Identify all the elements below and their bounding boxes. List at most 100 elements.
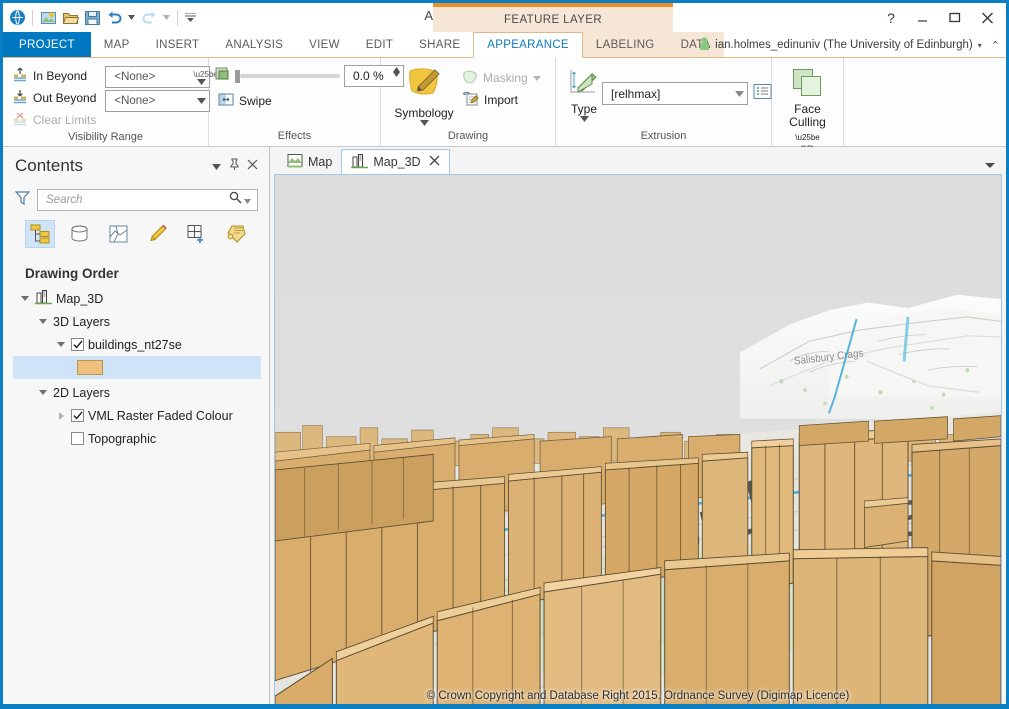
- account-name[interactable]: ian.holmes_edinuniv (The University of E…: [715, 39, 973, 51]
- list-by-editing-icon[interactable]: [142, 220, 172, 248]
- search-options-icon[interactable]: [242, 191, 253, 209]
- transparency-slider[interactable]: [235, 65, 340, 87]
- expander-down-icon[interactable]: [55, 342, 67, 347]
- chevron-down-icon[interactable]: [193, 98, 209, 104]
- tree-item-2d-layers[interactable]: 2D Layers: [13, 381, 269, 404]
- close-icon[interactable]: [429, 155, 440, 169]
- scene-icon: [351, 153, 369, 172]
- tree-item-map-3d[interactable]: Map_3D: [13, 287, 269, 310]
- view-tab-overflow-icon[interactable]: [985, 163, 995, 168]
- list-by-drawing-order-icon[interactable]: [25, 220, 55, 248]
- app-menu-icon[interactable]: [7, 8, 27, 28]
- chevron-down-icon[interactable]: \u25be: [795, 133, 819, 142]
- view-tab-label-map: Map: [308, 154, 333, 169]
- tab-analysis[interactable]: ANALYSIS: [212, 32, 296, 57]
- expander-down-icon[interactable]: [37, 390, 49, 395]
- swipe-label: Swipe: [239, 94, 272, 108]
- extrusion-type-button[interactable]: Type: [566, 64, 602, 124]
- in-beyond-value: <None>: [114, 71, 156, 83]
- chevron-down-icon[interactable]: [731, 90, 747, 97]
- tree-item-vml-raster[interactable]: VML Raster Faded Colour: [13, 404, 269, 427]
- customize-qat-icon[interactable]: [183, 8, 197, 28]
- symbology-button[interactable]: Symbology: [393, 64, 455, 128]
- tree-item-3d-layers[interactable]: 3D Layers: [13, 310, 269, 333]
- slider-track[interactable]: [240, 74, 340, 78]
- pin-icon[interactable]: [225, 158, 243, 174]
- view-tab-map[interactable]: Map: [278, 149, 341, 174]
- extrusion-expression-button[interactable]: [753, 83, 772, 105]
- import-button[interactable]: Import: [459, 89, 544, 111]
- tab-appearance[interactable]: APPEARANCE: [473, 32, 583, 58]
- masking-button[interactable]: Masking: [459, 67, 544, 89]
- chevron-down-icon[interactable]: \u25be: [193, 70, 218, 85]
- tab-map[interactable]: MAP: [91, 32, 143, 57]
- search-placeholder: Search: [46, 194, 83, 206]
- extrusion-type-icon: [566, 67, 602, 100]
- tab-project[interactable]: PROJECT: [3, 32, 91, 57]
- group-label-drawing: Drawing: [447, 130, 489, 142]
- chevron-down-icon[interactable]: [419, 120, 429, 128]
- extrusion-type-label: Type: [570, 102, 597, 116]
- in-beyond-button[interactable]: In Beyond: [9, 65, 99, 87]
- account-area: ian.holmes_edinuniv (The University of E…: [699, 32, 1000, 58]
- collapse-ribbon-icon[interactable]: ⌃: [987, 39, 1000, 52]
- expander-down-icon[interactable]: [19, 296, 31, 301]
- import-icon: [462, 91, 479, 109]
- window-controls: ?: [876, 3, 1002, 32]
- chevron-down-icon[interactable]: [532, 74, 541, 83]
- out-beyond-button[interactable]: Out Beyond: [9, 87, 99, 109]
- symbol-swatch[interactable]: [77, 360, 103, 375]
- group-label-extrusion: Extrusion: [640, 130, 687, 142]
- search-input[interactable]: Search: [37, 189, 258, 211]
- save-project-icon[interactable]: [82, 8, 102, 28]
- chevron-down-icon[interactable]: [579, 116, 589, 124]
- undo-dropdown-icon[interactable]: [126, 8, 137, 28]
- tree-item-buildings-layer[interactable]: buildings_nt27se: [13, 333, 269, 356]
- import-label: Import: [484, 93, 519, 107]
- extrusion-field-combo[interactable]: [relhmax]: [602, 82, 748, 105]
- tab-insert[interactable]: INSERT: [143, 32, 213, 57]
- search-icon[interactable]: [229, 191, 242, 209]
- list-by-labeling-icon[interactable]: [220, 220, 250, 248]
- tab-share[interactable]: SHARE: [406, 32, 473, 57]
- view-tab-map-3d[interactable]: Map_3D: [341, 149, 450, 175]
- maximize-button[interactable]: [940, 6, 970, 30]
- redo-dropdown-icon[interactable]: [161, 8, 172, 28]
- new-project-icon[interactable]: [38, 8, 58, 28]
- close-icon[interactable]: [243, 159, 261, 173]
- group-label-visibility-range: Visibility Range: [67, 131, 143, 143]
- swipe-button[interactable]: Swipe: [215, 90, 275, 112]
- expander-right-icon[interactable]: [55, 411, 67, 420]
- tree-item-topographic[interactable]: Topographic: [13, 427, 269, 450]
- tab-edit[interactable]: EDIT: [353, 32, 406, 57]
- pane-menu-icon[interactable]: [207, 159, 225, 173]
- layer-visibility-checkbox[interactable]: [71, 338, 84, 351]
- list-by-selection-icon[interactable]: [103, 220, 133, 248]
- list-by-snapping-icon[interactable]: [181, 220, 211, 248]
- undo-icon[interactable]: [104, 8, 124, 28]
- list-by-data-source-icon[interactable]: [64, 220, 94, 248]
- clear-limits-button[interactable]: Clear Limits: [9, 109, 99, 131]
- map-view-3d[interactable]: Salisbury Crags © Crown Copyright and Da…: [274, 174, 1002, 704]
- layer-visibility-checkbox[interactable]: [71, 409, 84, 422]
- in-beyond-label: In Beyond: [33, 69, 88, 83]
- drawing-order-heading: Drawing Order: [25, 266, 119, 281]
- tree-label-buildings: buildings_nt27se: [88, 337, 182, 352]
- symbol-swatch-row[interactable]: [13, 356, 261, 379]
- account-dropdown-icon[interactable]: ▾: [978, 41, 982, 50]
- tab-labeling[interactable]: LABELING: [583, 32, 668, 57]
- out-beyond-combo[interactable]: <None>: [105, 90, 211, 112]
- expander-down-icon[interactable]: [37, 319, 49, 324]
- tab-view[interactable]: VIEW: [296, 32, 353, 57]
- layer-visibility-checkbox[interactable]: [71, 432, 84, 445]
- minimize-button[interactable]: [908, 6, 938, 30]
- help-button[interactable]: ?: [876, 6, 906, 30]
- in-beyond-combo[interactable]: <None> \u25be: [105, 66, 218, 88]
- out-beyond-label: Out Beyond: [33, 91, 97, 105]
- redo-icon[interactable]: [139, 8, 159, 28]
- filter-icon[interactable]: [14, 190, 31, 210]
- out-beyond-icon: [12, 89, 28, 107]
- close-button[interactable]: [972, 6, 1002, 30]
- face-culling-button[interactable]: Face Culling \u25be: [778, 64, 837, 144]
- open-project-icon[interactable]: [60, 8, 80, 28]
